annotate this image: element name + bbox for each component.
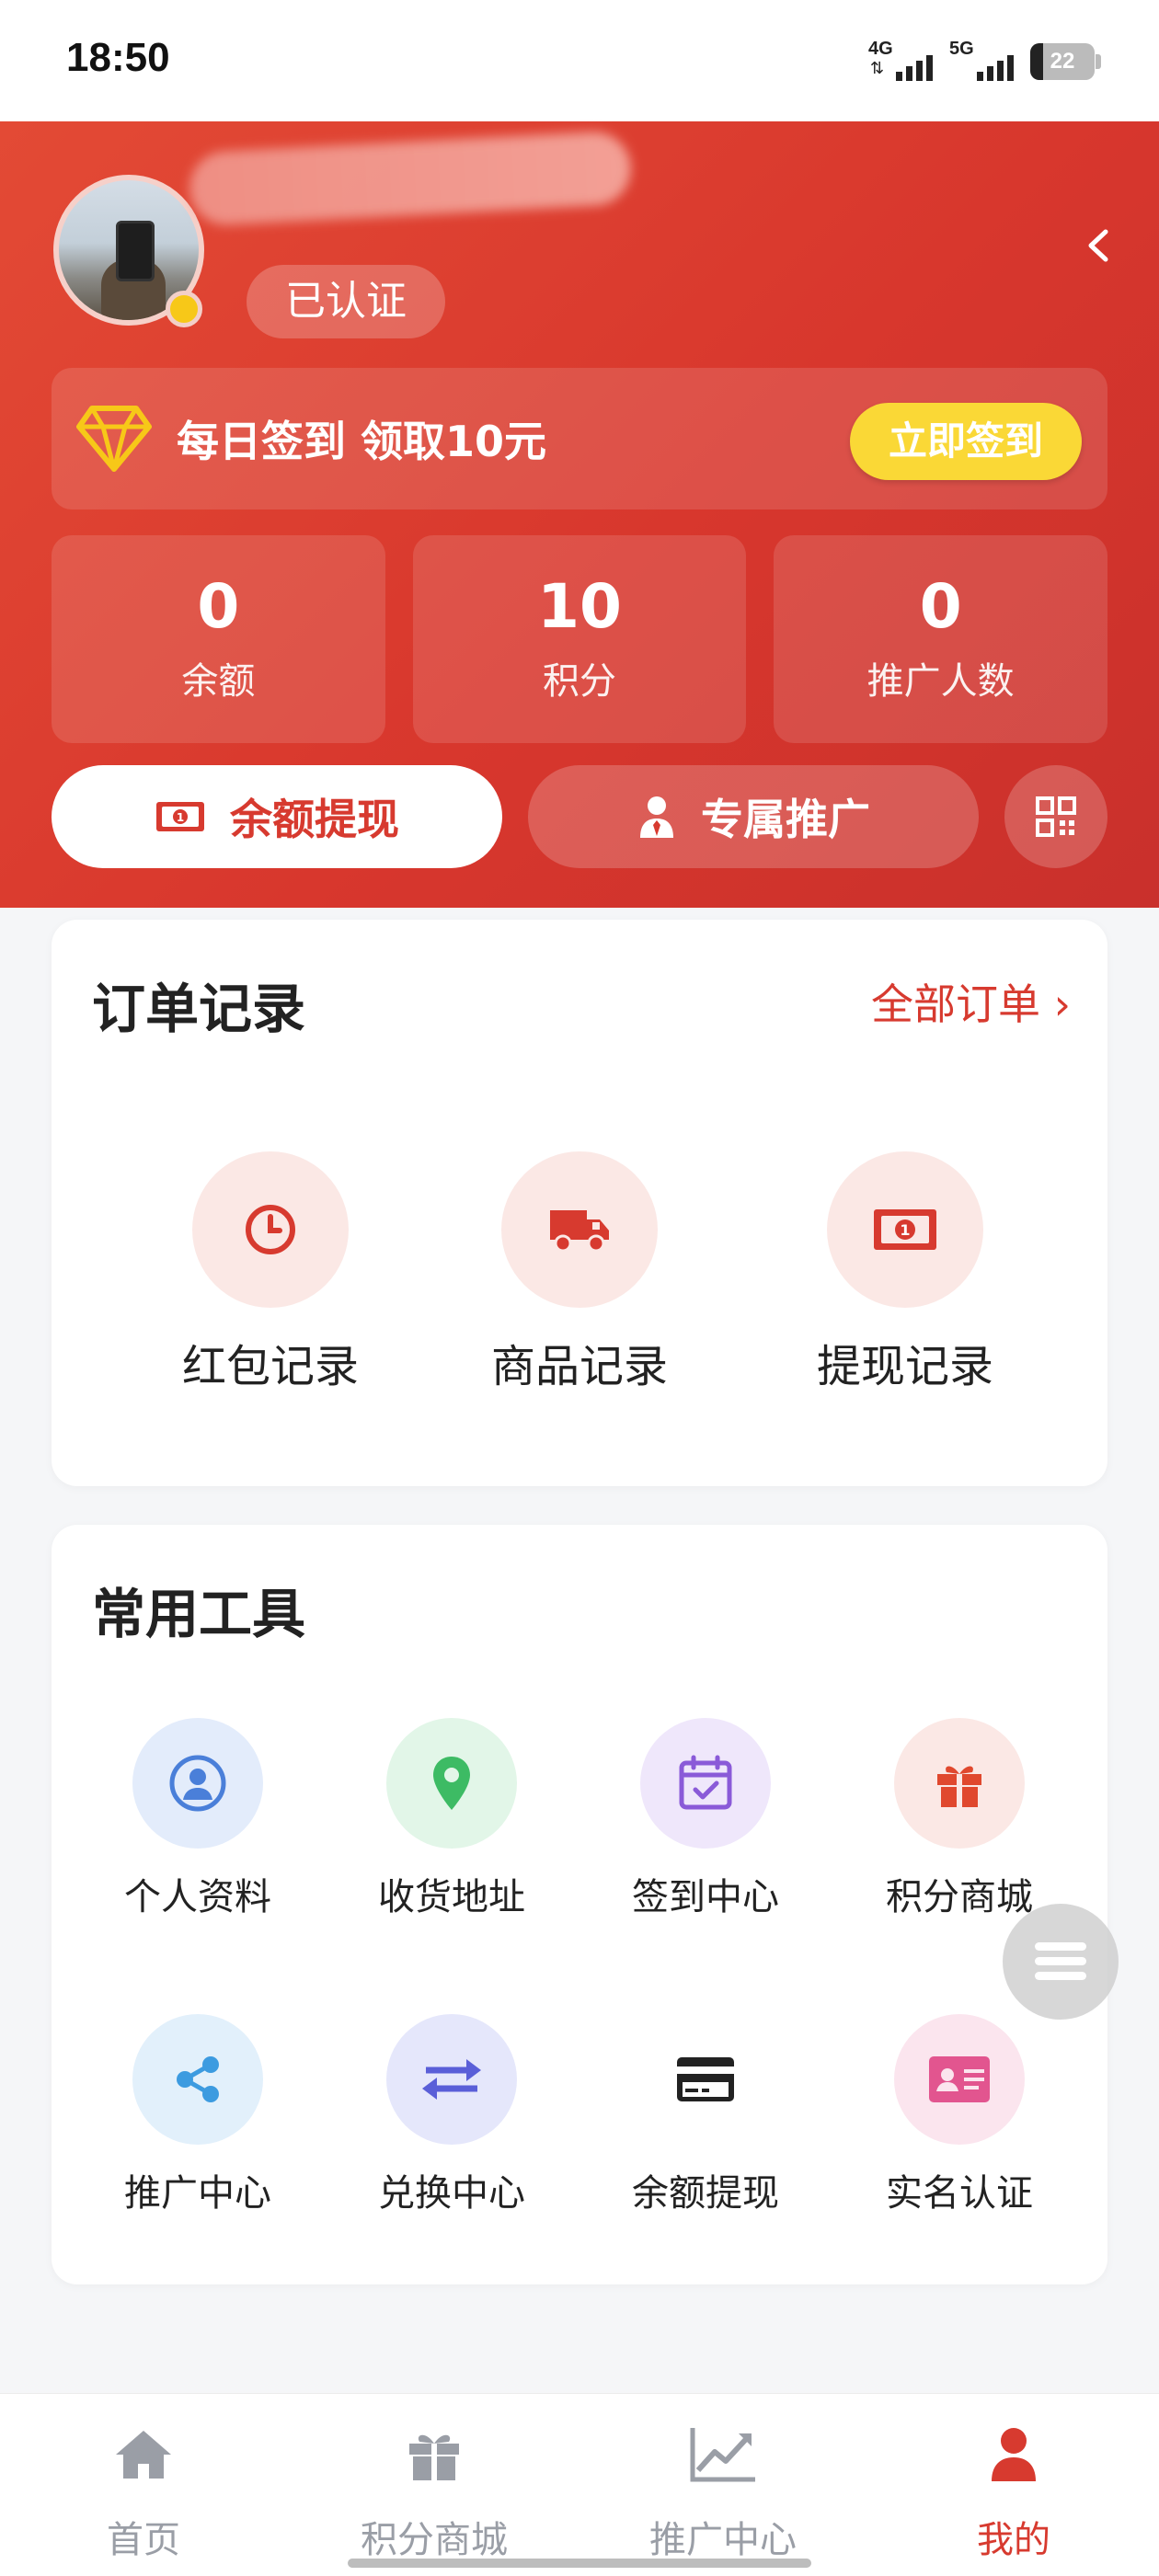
- order-records-title: 订单记录: [92, 978, 306, 1040]
- id-card-icon: [929, 2056, 990, 2102]
- user-tie-icon: [640, 796, 673, 838]
- stats-row: 0 余额 10 积分 0 推广人数: [52, 535, 1108, 743]
- all-orders-link[interactable]: 全部订单 ›: [871, 971, 1071, 1032]
- tool-checkin-center[interactable]: 签到中心: [591, 1718, 820, 1920]
- tool-profile[interactable]: 个人资料: [83, 1718, 313, 1920]
- order-item-goods[interactable]: 商品记录: [460, 1151, 699, 1394]
- qr-code-button[interactable]: [1004, 765, 1107, 868]
- tool-exchange-center[interactable]: 兑换中心: [337, 2014, 567, 2216]
- tab-label: 我的: [977, 2519, 1050, 2561]
- bottom-tab-bar: 首页 积分商城 推广中心 我的: [0, 2393, 1159, 2576]
- gift-icon: [409, 2434, 459, 2480]
- order-item-withdraw[interactable]: 1 提现记录: [786, 1151, 1025, 1394]
- withdraw-button[interactable]: 1 余额提现: [52, 765, 502, 868]
- money-icon: 1: [874, 1209, 936, 1250]
- clock-icon: [246, 1205, 295, 1254]
- order-records-card: 订单记录 全部订单 › 红包记录 商品记录 1 提现记录: [52, 920, 1107, 1486]
- common-tools-card: 常用工具 个人资料 收货地址 签到中心 积分商城 推广中心 兑换中心 余额提现 …: [52, 1525, 1107, 2284]
- promotion-button[interactable]: 专属推广: [528, 765, 979, 868]
- truck-icon: [550, 1210, 609, 1253]
- signal-4g-icon: 4G ⇅: [868, 39, 933, 85]
- tab-label: 首页: [107, 2519, 180, 2561]
- online-status-dot: [166, 291, 202, 327]
- tab-mine[interactable]: 我的: [922, 2421, 1106, 2563]
- share-icon: [177, 2056, 219, 2102]
- tool-points-mall[interactable]: 积分商城: [844, 1718, 1074, 1920]
- stat-label: 积分: [543, 660, 616, 703]
- home-indicator: [348, 2559, 811, 2568]
- network-label-2: 5G: [949, 39, 974, 59]
- stat-label: 余额: [181, 660, 256, 703]
- checkin-button[interactable]: 立即签到: [850, 403, 1082, 480]
- stat-value: 0: [919, 571, 962, 642]
- tool-label: 签到中心: [632, 1876, 779, 1918]
- tool-label: 余额提现: [632, 2172, 779, 2215]
- tab-label: 推广中心: [649, 2519, 797, 2561]
- floating-menu-button[interactable]: [1003, 1904, 1119, 2020]
- qr-code-icon: [1036, 796, 1076, 837]
- battery-icon: 22: [1030, 43, 1101, 80]
- stat-value: 10: [537, 571, 622, 642]
- home-icon: [116, 2431, 171, 2479]
- order-item-red-packet[interactable]: 红包记录: [151, 1151, 390, 1394]
- daily-checkin-banner: 每日签到 领取10元 立即签到: [52, 368, 1107, 509]
- tab-home[interactable]: 首页: [52, 2421, 235, 2563]
- signal-5g-icon: 5G: [949, 39, 1014, 85]
- common-tools-title: 常用工具: [92, 1583, 306, 1645]
- gift-icon: [937, 1766, 981, 1807]
- tool-balance-withdraw[interactable]: 余额提现: [591, 2014, 820, 2216]
- calendar-check-icon: [679, 1755, 732, 1810]
- tool-label: 个人资料: [124, 1876, 271, 1918]
- svg-text:1: 1: [177, 811, 184, 824]
- tab-promotion-center[interactable]: 推广中心: [631, 2421, 815, 2563]
- username-redacted: [188, 130, 633, 227]
- promotion-label: 专属推广: [701, 795, 870, 844]
- stat-label: 推广人数: [866, 660, 1015, 703]
- withdraw-label: 余额提现: [230, 795, 399, 844]
- status-bar: 18:50 4G ⇅ 5G 22: [0, 0, 1159, 121]
- tool-label: 实名认证: [886, 2172, 1033, 2215]
- diamond-icon: [76, 406, 152, 472]
- system-icons: 4G ⇅ 5G 22: [868, 39, 1101, 85]
- chevron-left-icon[interactable]: [1076, 223, 1122, 269]
- credit-card-icon: [677, 2057, 734, 2101]
- exchange-icon: [422, 2059, 481, 2100]
- stat-value: 0: [197, 571, 240, 642]
- person-icon: [992, 2428, 1036, 2481]
- tool-address[interactable]: 收货地址: [337, 1718, 567, 1920]
- tab-points-mall[interactable]: 积分商城: [342, 2421, 526, 2563]
- menu-icon: [1035, 1942, 1086, 1980]
- tool-label: 收货地址: [378, 1876, 525, 1918]
- tool-real-name-auth[interactable]: 实名认证: [844, 2014, 1074, 2216]
- profile-header: 已认证 每日签到 领取10元 立即签到 0 余额 10 积分 0 推广人数 1 …: [0, 121, 1159, 908]
- tool-label: 兑换中心: [378, 2172, 525, 2215]
- stat-balance[interactable]: 0 余额: [52, 535, 385, 743]
- stat-points[interactable]: 10 积分: [412, 535, 747, 743]
- order-item-label: 提现记录: [816, 1341, 993, 1392]
- action-buttons: 1 余额提现 专属推广: [52, 765, 1107, 868]
- money-icon: 1: [156, 802, 204, 831]
- checkin-text: 每日签到 领取10元: [177, 417, 547, 466]
- location-pin-icon: [433, 1757, 470, 1810]
- verified-badge: 已认证: [247, 265, 445, 338]
- network-label-1: 4G: [868, 39, 893, 59]
- chart-icon: [690, 2428, 755, 2482]
- status-time: 18:50: [66, 35, 170, 80]
- order-item-label: 商品记录: [490, 1341, 668, 1392]
- tab-label: 积分商城: [361, 2519, 508, 2561]
- svg-text:1: 1: [900, 1221, 910, 1239]
- tool-label: 推广中心: [124, 2172, 271, 2215]
- tool-promotion-center[interactable]: 推广中心: [83, 2014, 313, 2216]
- order-item-label: 红包记录: [181, 1341, 359, 1392]
- user-icon: [169, 1755, 226, 1812]
- battery-level: 22: [1050, 49, 1075, 74]
- stat-referrals[interactable]: 0 推广人数: [774, 535, 1108, 743]
